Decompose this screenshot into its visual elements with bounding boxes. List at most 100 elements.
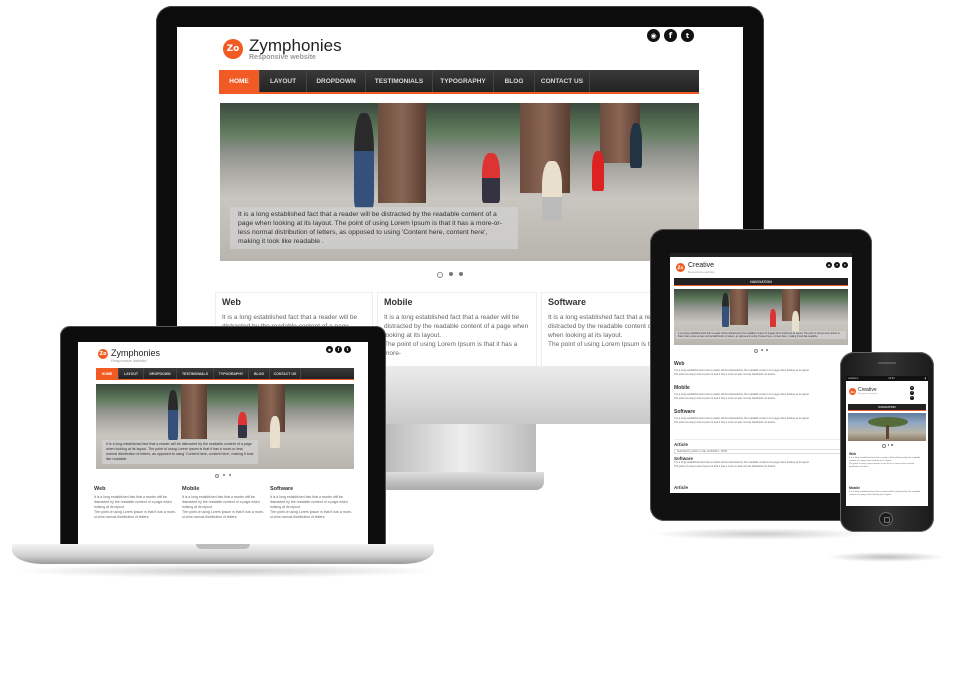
slider-pager <box>882 444 893 448</box>
facebook-icon[interactable]: f <box>910 391 914 395</box>
twitter-icon[interactable]: t <box>344 346 351 353</box>
phone-screen: vodafone 03:30 ▮ Zo Creative Responsive … <box>846 376 928 506</box>
slider-pager <box>437 272 463 278</box>
slider-pager <box>215 474 231 478</box>
logo-icon[interactable]: Zo <box>849 388 856 395</box>
nav-blog[interactable]: Blog <box>249 368 270 379</box>
site-title[interactable]: Zymphonies <box>249 36 342 56</box>
column-title: Web <box>94 486 106 492</box>
hero-slider-image[interactable]: It is a long established fact that a rea… <box>220 103 699 261</box>
nav-typography[interactable]: Typography <box>214 368 249 379</box>
slider-dot-1[interactable] <box>754 349 758 353</box>
monitor-base <box>380 472 544 490</box>
logo-icon[interactable]: Zo <box>98 349 108 359</box>
nav-layout[interactable]: Layout <box>260 70 307 92</box>
slider-dot-2[interactable] <box>761 349 763 351</box>
tablet-site-title[interactable]: Creative <box>688 262 714 269</box>
column-title: Mobile <box>182 486 200 492</box>
phone-nav-toggle[interactable]: NAVIGATION <box>848 404 926 411</box>
tablet-site-tagline: Responsive website <box>688 270 715 274</box>
laptop-shadow <box>10 564 440 578</box>
site-title[interactable]: Zymphonies <box>111 348 160 358</box>
slider-caption: It is a long established fact that a rea… <box>102 440 258 464</box>
phone-home-button[interactable] <box>879 512 893 526</box>
slider-caption: It is a long established fact that a rea… <box>230 207 518 249</box>
column-text-2: The point of using Lorem Ipsum is that i… <box>182 510 264 519</box>
column-text: It is a long established fact that a rea… <box>94 495 172 509</box>
section-text-2: The point of using Lorem Ipsum is that i… <box>674 396 776 400</box>
laptop-notch <box>196 544 250 549</box>
column-text: It is a long established fact that a rea… <box>270 495 348 509</box>
section-text-2: The point of using Lorem Ipsum is that i… <box>674 420 776 424</box>
slider-pager <box>754 349 768 353</box>
twitter-icon[interactable]: t <box>842 262 848 268</box>
tablet-nav-toggle[interactable]: NAVIGATION <box>674 278 848 286</box>
slider-dot-3[interactable] <box>459 272 463 276</box>
column-title: Software <box>270 486 294 492</box>
phone-status-bar: vodafone 03:30 ▮ <box>846 376 928 381</box>
nav-testimonials[interactable]: Testimonials <box>366 70 433 92</box>
site-tagline: Responsive website <box>111 358 147 363</box>
hero-slider-image[interactable]: It is a long established fact that a rea… <box>674 289 848 345</box>
phone-section-web: Web It is a long established fact that a… <box>849 452 925 469</box>
nav-testimonials[interactable]: Testimonials <box>177 368 214 379</box>
facebook-icon[interactable]: f <box>834 262 840 268</box>
phone-earpiece <box>878 362 896 364</box>
phone: vodafone 03:30 ▮ Zo Creative Responsive … <box>840 352 934 532</box>
nav-dropdown[interactable]: Dropdown <box>144 368 177 379</box>
nav-home[interactable]: Home <box>219 70 260 92</box>
tablet-section-web: Web It is a long established fact that a… <box>674 361 848 376</box>
section-text-2: The point of using Lorem Ipsum is that i… <box>849 463 915 468</box>
article-heading: Article <box>674 485 689 490</box>
status-time: 03:30 <box>888 377 895 380</box>
slider-dot-2[interactable] <box>223 474 225 476</box>
rss-icon[interactable]: ◉ <box>826 262 832 268</box>
main-nav: Home Layout Dropdown Testimonials Typogr… <box>96 368 354 380</box>
slider-dot-3[interactable] <box>229 474 231 476</box>
nav-typography[interactable]: Typography <box>433 70 494 92</box>
rss-icon[interactable]: ◉ <box>326 346 333 353</box>
nav-home[interactable]: Home <box>96 368 119 379</box>
twitter-icon[interactable]: t <box>681 29 694 42</box>
nav-contact[interactable]: Contact us <box>535 70 590 92</box>
phone-shadow <box>826 552 946 562</box>
hero-slider-image[interactable] <box>848 413 926 441</box>
slider-dot-1[interactable] <box>437 272 443 278</box>
tablet-section-mobile: Mobile It is a long established fact tha… <box>674 385 848 400</box>
slider-dot-1[interactable] <box>215 474 219 478</box>
column-text-2: The point of using Lorem Ipsum is that i… <box>270 510 352 519</box>
site-tagline: Responsive website <box>249 54 316 61</box>
rss-icon[interactable]: ◉ <box>910 386 914 390</box>
slider-dot-3[interactable] <box>891 444 893 446</box>
status-carrier: vodafone <box>848 377 859 380</box>
facebook-icon[interactable]: f <box>664 29 677 42</box>
column-software: Software It is a long established fact t… <box>270 486 354 520</box>
slider-dot-1[interactable] <box>882 444 886 448</box>
logo-icon[interactable]: Zo <box>676 263 685 272</box>
section-title: Software <box>674 409 696 415</box>
article-meta: Submitted by admin on Sat, 11/30/2013 - … <box>674 449 848 455</box>
hero-slider-image[interactable]: It is a long established fact that a rea… <box>96 384 354 469</box>
nav-contact[interactable]: Contact us <box>270 368 301 379</box>
nav-blog[interactable]: Blog <box>494 70 535 92</box>
tablet: Zo Creative Responsive website ◉ f t NAV… <box>650 229 872 521</box>
laptop: Zo Zymphonies Responsive website ◉ f t H… <box>60 326 386 546</box>
slider-dot-2[interactable] <box>887 444 889 446</box>
tablet-screen: Zo Creative Responsive website ◉ f t NAV… <box>670 253 852 493</box>
tablet-section-software: Software It is a long established fact t… <box>674 409 848 424</box>
facebook-icon[interactable]: f <box>335 346 342 353</box>
column-title: Mobile <box>384 297 413 307</box>
section-text-2: The point of using Lorem Ipsum is that i… <box>674 372 776 376</box>
rss-icon[interactable]: ◉ <box>647 29 660 42</box>
column-text: It is a long established fact that a rea… <box>384 314 529 339</box>
column-web: Web It is a long established fact that a… <box>94 486 178 520</box>
slider-dot-3[interactable] <box>766 349 768 351</box>
nav-dropdown[interactable]: Dropdown <box>307 70 366 92</box>
main-nav: Home Layout Dropdown Testimonials Typogr… <box>219 70 699 94</box>
slider-dot-2[interactable] <box>449 272 453 276</box>
section-text: It is a long established fact that a rea… <box>849 491 921 496</box>
column-title: Web <box>222 297 241 307</box>
nav-layout[interactable]: Layout <box>119 368 144 379</box>
twitter-icon[interactable]: t <box>910 396 914 400</box>
logo-icon[interactable]: Zo <box>223 39 243 59</box>
